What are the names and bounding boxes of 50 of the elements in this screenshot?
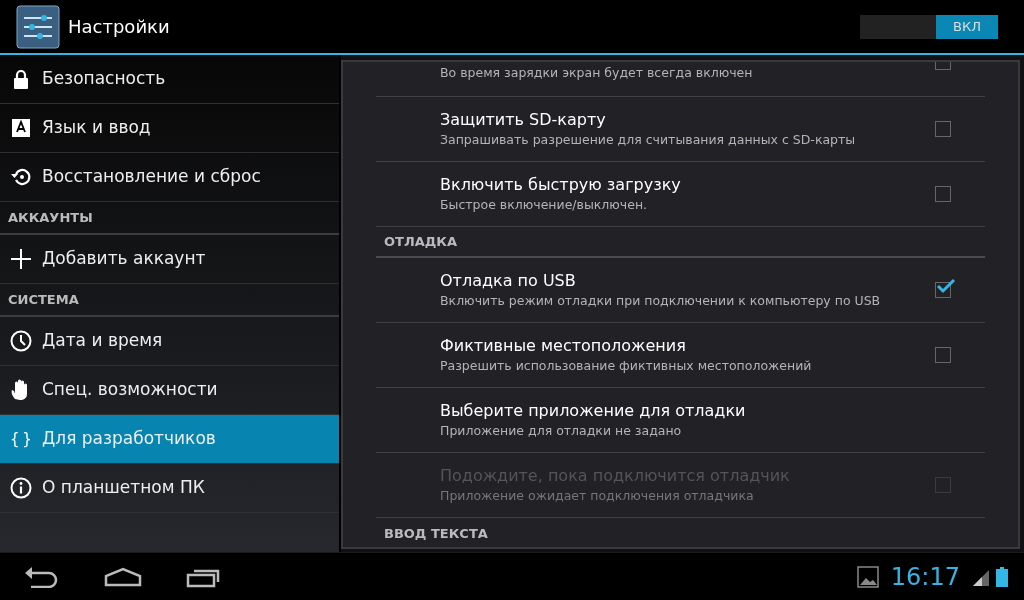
- setting-title: Защитить SD-карту: [440, 109, 607, 129]
- screen-title: Настройки: [68, 15, 170, 39]
- sidebar-label: Язык и ввод: [42, 116, 151, 140]
- setting-summary: Разрешить использование фиктивных местоположений: [440, 357, 812, 375]
- setting-summary: Во время зарядки экран будет всегда включен: [440, 65, 753, 82]
- clock-time: 16:17: [890, 561, 960, 593]
- setting-summary: Быстрое включение/выключен.: [440, 196, 649, 214]
- section-header: СИСТЕМА: [0, 284, 339, 317]
- sidebar-item[interactable]: Безопасность: [0, 55, 339, 104]
- sidebar-item[interactable]: Восстановление и сброс: [0, 153, 339, 202]
- braces-icon: { }: [10, 427, 32, 451]
- checkbox[interactable]: [935, 347, 951, 363]
- restore-icon: [10, 166, 32, 188]
- sidebar-item[interactable]: Добавить аккаунт: [0, 235, 339, 284]
- setting-title: Включить быструю загрузку: [440, 174, 681, 194]
- check-icon: [936, 278, 956, 294]
- sidebar-label: Добавить аккаунт: [42, 247, 206, 271]
- sidebar-label: Для разработчиков: [42, 427, 216, 451]
- section-header: ВВОД ТЕКСТА: [383, 524, 489, 543]
- checkbox[interactable]: [935, 186, 951, 202]
- signal-icon: [972, 568, 990, 587]
- back-icon[interactable]: [24, 565, 60, 588]
- letter-key-icon: [10, 117, 32, 139]
- checkbox[interactable]: [935, 121, 951, 137]
- sidebar-label: Восстановление и сброс: [42, 165, 261, 189]
- checkbox[interactable]: [935, 62, 951, 70]
- sidebar-label: Спец. возможности: [42, 378, 218, 402]
- home-icon[interactable]: [104, 566, 142, 587]
- setting-title: Выберите приложение для отладки: [440, 400, 746, 420]
- sidebar-label: Дата и время: [42, 329, 163, 353]
- setting-summary: Приложение для отладки не задано: [440, 422, 683, 440]
- sidebar-item[interactable]: О планшетном ПК: [0, 464, 339, 513]
- sidebar-item[interactable]: Язык и ввод: [0, 104, 339, 153]
- setting-title: Фиктивные местоположения: [440, 335, 687, 355]
- settings-icon[interactable]: [16, 4, 60, 49]
- setting-summary: Запрашивать разрешение для считывания данных с SD-карты: [440, 131, 856, 149]
- sidebar-item[interactable]: Дата и время: [0, 317, 339, 366]
- sidebar-item[interactable]: { } Для разработчиков: [0, 415, 339, 464]
- setting-summary: Приложение ожидает подключения отладчика: [440, 487, 755, 505]
- setting-title: Отладка по USB: [440, 270, 577, 290]
- section-header: ОТЛАДКА: [376, 227, 985, 258]
- image-icon: [856, 565, 879, 588]
- sidebar-label: Безопасность: [42, 67, 166, 91]
- section-header: АККАУНТЫ: [0, 202, 339, 235]
- info-icon: [10, 477, 32, 499]
- plus-icon: [10, 248, 32, 270]
- sidebar-label: О планшетном ПК: [42, 476, 205, 500]
- battery-icon: [996, 566, 1008, 587]
- setting-summary: Включить режим отладки при подключении к компьютеру по USB: [440, 292, 881, 310]
- clock-icon: [10, 330, 32, 352]
